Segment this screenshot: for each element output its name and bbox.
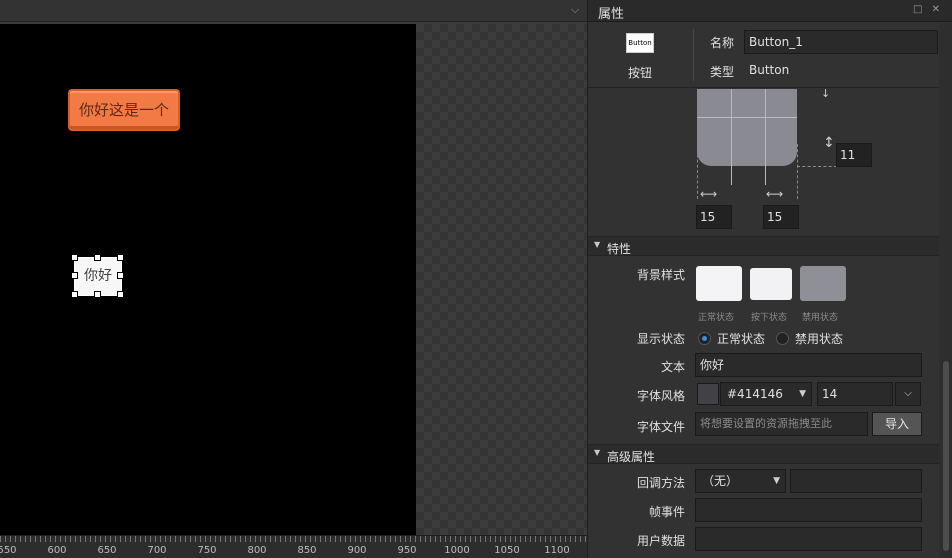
canvas-orange-button[interactable]: 你好这是一个 (68, 89, 180, 131)
resize-handle[interactable] (71, 291, 78, 298)
resize-handle[interactable] (117, 291, 124, 298)
guide-dash (697, 144, 698, 199)
ruler-label: 600 (47, 545, 67, 556)
type-value: Button (749, 63, 790, 77)
font-file-dropzone[interactable]: 将想要设置的资源拖拽至此 (695, 412, 868, 436)
design-stage[interactable] (0, 24, 416, 535)
panel-scrollbar[interactable] (939, 23, 952, 558)
section-title: 高级属性 (607, 450, 656, 464)
arrow-horizontal-icon: ⟷ (766, 187, 784, 201)
ruler-ticks (0, 536, 587, 542)
panel-title: 属性 (598, 7, 625, 22)
name-label: 名称 (710, 36, 735, 50)
font-color-value: #414146 (727, 387, 783, 401)
arrow-down-icon: ↓ (821, 87, 831, 100)
bg-disabled-swatch[interactable] (800, 266, 846, 301)
name-field[interactable]: Button_1 (744, 30, 938, 54)
callback-value: （无） (702, 474, 739, 488)
ruler-label: 950 (397, 545, 417, 556)
editor-window: ⌵ 你好这是一个 你好 550 600 650 700 750 800 850 … (0, 0, 952, 558)
callback-dropdown[interactable]: （无） ▼ (695, 469, 786, 493)
ruler-label: 650 (97, 545, 117, 556)
horizontal-ruler: 550 600 650 700 750 800 850 900 950 1000… (0, 535, 587, 558)
radio-normal-label[interactable]: 正常状态 (717, 330, 765, 347)
guide-dash (797, 166, 837, 167)
bg-disabled-caption: 禁用状态 (802, 313, 839, 323)
font-color-dropdown[interactable]: #414146 ▼ (720, 382, 812, 406)
import-button[interactable]: 导入 (872, 412, 922, 436)
font-color-swatch[interactable] (697, 383, 719, 405)
user-data-field[interactable] (695, 527, 922, 551)
widget-header: Button 按钮 名称 Button_1 类型 Button (588, 23, 939, 88)
dropdown-arrow-icon: ▼ (773, 476, 780, 486)
ruler-label: 800 (247, 545, 267, 556)
radio-disabled[interactable] (776, 332, 789, 345)
nine-slice-editor: ↓ ↕ ⟷ ⟷ 11 15 15 (588, 87, 939, 234)
canvas-selected-button[interactable]: 你好 (75, 258, 121, 295)
font-file-label: 字体文件 (636, 420, 685, 434)
type-label: 类型 (710, 65, 735, 79)
button-type-icon: Button (626, 33, 654, 53)
frame-event-field[interactable] (695, 498, 922, 522)
resize-handle[interactable] (71, 254, 78, 261)
radio-disabled-label[interactable]: 禁用状态 (795, 330, 843, 347)
chevron-down-icon[interactable]: ⌵ (895, 382, 921, 406)
callback-extra-field[interactable] (790, 469, 922, 493)
slice-right-field[interactable]: 15 (763, 205, 799, 229)
arrow-horizontal-icon: ⟷ (700, 187, 718, 201)
widget-type-label: 按钮 (628, 66, 653, 80)
bg-style-label: 背景样式 (636, 268, 685, 282)
font-style-label: 字体风格 (636, 389, 685, 403)
canvas-editor: ⌵ 你好这是一个 你好 550 600 650 700 750 800 850 … (0, 0, 587, 558)
scroll-thumb[interactable] (943, 361, 949, 551)
resize-handle[interactable] (117, 272, 124, 279)
ruler-label: 1000 (444, 545, 470, 556)
panel-window-icons[interactable]: □ ✕ (913, 4, 943, 15)
ruler-label: 850 (297, 545, 317, 556)
text-label: 文本 (660, 360, 685, 374)
text-field[interactable]: 你好 (695, 353, 922, 377)
section-title: 特性 (607, 242, 632, 256)
slice-line[interactable] (765, 89, 766, 185)
slice-line[interactable] (697, 117, 797, 118)
ruler-label: 1050 (494, 545, 520, 556)
slice-left-field[interactable]: 15 (696, 205, 732, 229)
collapse-triangle-icon: ▼ (594, 240, 601, 249)
callback-label: 回调方法 (636, 476, 685, 490)
bg-pressed-caption: 按下状态 (751, 313, 788, 323)
bg-normal-caption: 正常状态 (698, 313, 735, 323)
slice-bottom-field[interactable]: 11 (836, 143, 872, 167)
resize-handle[interactable] (117, 254, 124, 261)
editor-topbar: ⌵ (0, 0, 587, 22)
chevron-down-icon[interactable]: ⌵ (569, 4, 581, 16)
collapse-triangle-icon: ▼ (594, 448, 601, 457)
properties-panel: 属性 □ ✕ Button 按钮 名称 Button_1 类型 Button ↓… (587, 0, 952, 558)
display-state-label: 显示状态 (636, 332, 685, 346)
bg-pressed-swatch[interactable] (750, 268, 792, 300)
ruler-label: 700 (147, 545, 167, 556)
ruler-label: 1100 (544, 545, 570, 556)
font-size-field[interactable]: 14 (817, 382, 893, 406)
resize-handle[interactable] (94, 254, 101, 261)
section-properties[interactable]: ▼ 特性 (588, 236, 939, 256)
ruler-label: 750 (197, 545, 217, 556)
bg-normal-swatch[interactable] (696, 266, 742, 301)
divider (693, 29, 694, 81)
panel-title-bar: 属性 □ ✕ (588, 0, 952, 22)
nine-slice-preview (697, 89, 797, 166)
radio-normal[interactable] (698, 332, 711, 345)
section-advanced[interactable]: ▼ 高级属性 (588, 444, 939, 464)
resize-handle[interactable] (71, 272, 78, 279)
guide-dash (797, 144, 798, 199)
ruler-label: 550 (0, 545, 17, 556)
user-data-label: 用户数据 (636, 534, 685, 548)
ruler-label: 900 (347, 545, 367, 556)
dropdown-arrow-icon: ▼ (799, 389, 806, 399)
slice-line[interactable] (731, 89, 732, 185)
frame-event-label: 帧事件 (648, 505, 685, 519)
arrow-vertical-icon: ↕ (823, 135, 835, 151)
resize-handle[interactable] (94, 291, 101, 298)
